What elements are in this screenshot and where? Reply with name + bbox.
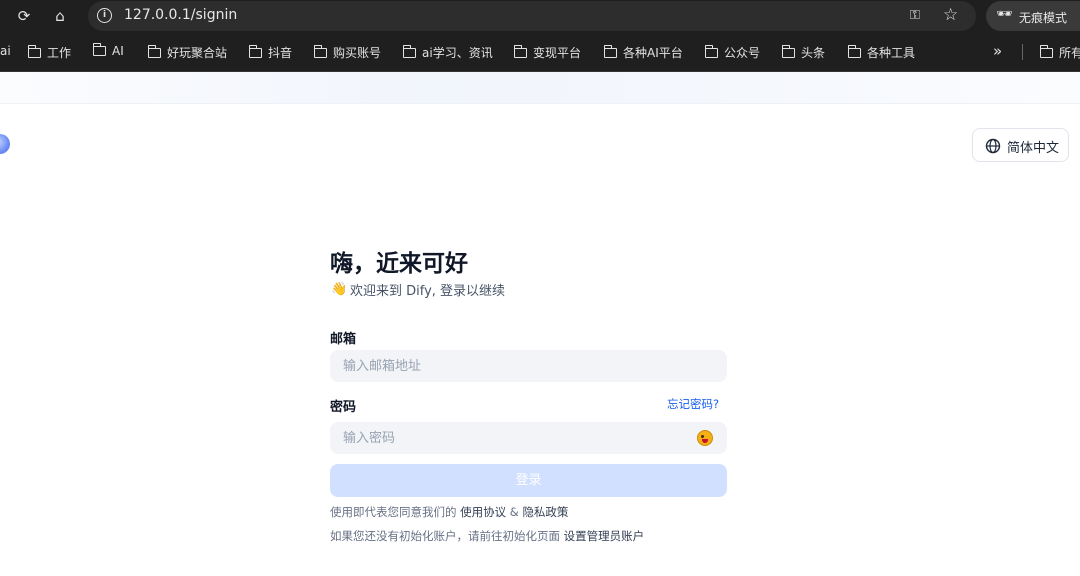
bookmark-label: 抖音 [268,46,293,60]
bookmark-folder[interactable]: 变现平台 [513,44,582,60]
show-password-icon[interactable] [697,430,713,446]
folder-icon [704,45,718,58]
bookmarks-divider [1022,44,1023,60]
home-icon[interactable]: ⌂ [50,6,70,26]
folder-icon [248,45,262,58]
waving-hand-icon: 👋 [331,282,348,297]
page-header-band [0,72,1080,104]
incognito-label: 无痕模式 [1019,11,1068,25]
email-field[interactable] [330,350,727,382]
page-subtitle: 欢迎来到 Dify, 登录以继续 [350,284,506,299]
bookmark-folder[interactable]: 公众号 [704,44,761,60]
bookmark-folder[interactable]: 好玩聚合站 [147,44,228,60]
bookmark-label: 所有书签 [1059,46,1080,60]
email-field-container [330,350,727,382]
folder-icon [1039,45,1053,58]
terms-of-use-link[interactable]: 使用协议 [460,505,506,519]
bookmark-folder[interactable]: 各种工具 [847,44,916,60]
password-label: 密码 [330,400,357,415]
privacy-policy-link[interactable]: 隐私政策 [522,505,568,519]
bookmark-label: ai学习、资讯 [422,46,493,60]
all-bookmarks-folder[interactable]: 所有书签 [1039,44,1080,60]
folder-icon [603,45,617,58]
incognito-icon: 🕶 [996,7,1013,22]
email-label: 邮箱 [330,332,357,347]
terms-and: & [506,505,523,519]
browser-toolbar: ⟳ ⌂ i 127.0.0.1/signin ⚿ ☆ 🕶 无痕模式 [0,0,1080,32]
folder-icon [147,45,161,58]
folder-icon [781,45,795,58]
bookmark-star-icon[interactable]: ☆ [943,5,958,25]
bookmark-label: 头条 [801,46,826,60]
folder-icon [402,45,416,58]
logo-icon [0,134,10,154]
bookmark-label: 各种AI平台 [623,46,683,60]
bookmark-label: 好玩聚合站 [167,46,228,60]
folder-icon [847,45,861,58]
language-selector[interactable]: 简体中文 [972,128,1069,162]
globe-icon [985,138,1001,154]
bookmark-label: 各种工具 [867,46,916,60]
folder-icon [313,45,327,58]
key-icon[interactable]: ⚿ [910,8,920,23]
bookmark-folder[interactable]: 抖音 [248,44,293,60]
bookmark-folder[interactable]: ai学习、资讯 [402,44,493,60]
incognito-indicator[interactable]: 🕶 无痕模式 [986,1,1080,31]
bookmark-label: 工作 [47,46,72,60]
page-title: 嗨，近来可好 [330,251,468,277]
terms-notice: 使用即代表您同意我们的 使用协议 & 隐私政策 [330,504,568,520]
bookmark-label: 变现平台 [533,46,582,60]
bookmark-label: 购买账号 [333,46,382,60]
bookmarks-bar: ai 工作 AI 好玩聚合站 抖音 购买账号 ai学习、资讯 变现平台 各种AI… [0,32,1080,72]
init-prefix: 如果您还没有初始化账户，请前往初始化页面 [330,529,564,543]
bookmark-folder[interactable]: AI [92,43,124,60]
bookmark-label: ai [0,44,11,58]
bookmark-folder[interactable]: 工作 [27,44,72,60]
url-text[interactable]: 127.0.0.1/signin [124,7,237,23]
login-button[interactable]: 登录 [330,464,727,497]
password-field[interactable] [330,422,727,454]
terms-prefix: 使用即代表您同意我们的 [330,505,461,519]
folder-icon [27,45,41,58]
folder-icon [92,43,106,56]
password-field-container [330,422,727,454]
bookmark-label: AI [112,44,124,58]
signin-page: 简体中文 嗨，近来可好 👋 欢迎来到 Dify, 登录以继续 邮箱 密码 忘记密… [0,72,1080,576]
forgot-password-link[interactable]: 忘记密码? [667,396,719,412]
bookmark-item[interactable]: ai [0,44,11,60]
setup-admin-link[interactable]: 设置管理员账户 [564,529,645,543]
bookmark-label: 公众号 [724,46,761,60]
address-bar[interactable]: i 127.0.0.1/signin ⚿ ☆ [88,1,976,31]
bookmarks-overflow-button[interactable]: » [993,42,1002,60]
site-info-icon[interactable]: i [97,8,112,23]
reload-icon[interactable]: ⟳ [14,6,34,26]
init-notice: 如果您还没有初始化账户，请前往初始化页面 设置管理员账户 [330,528,644,544]
bookmark-folder[interactable]: 各种AI平台 [603,44,683,60]
language-label: 简体中文 [1007,141,1060,156]
folder-icon [513,45,527,58]
bookmark-folder[interactable]: 头条 [781,44,826,60]
bookmark-folder[interactable]: 购买账号 [313,44,382,60]
